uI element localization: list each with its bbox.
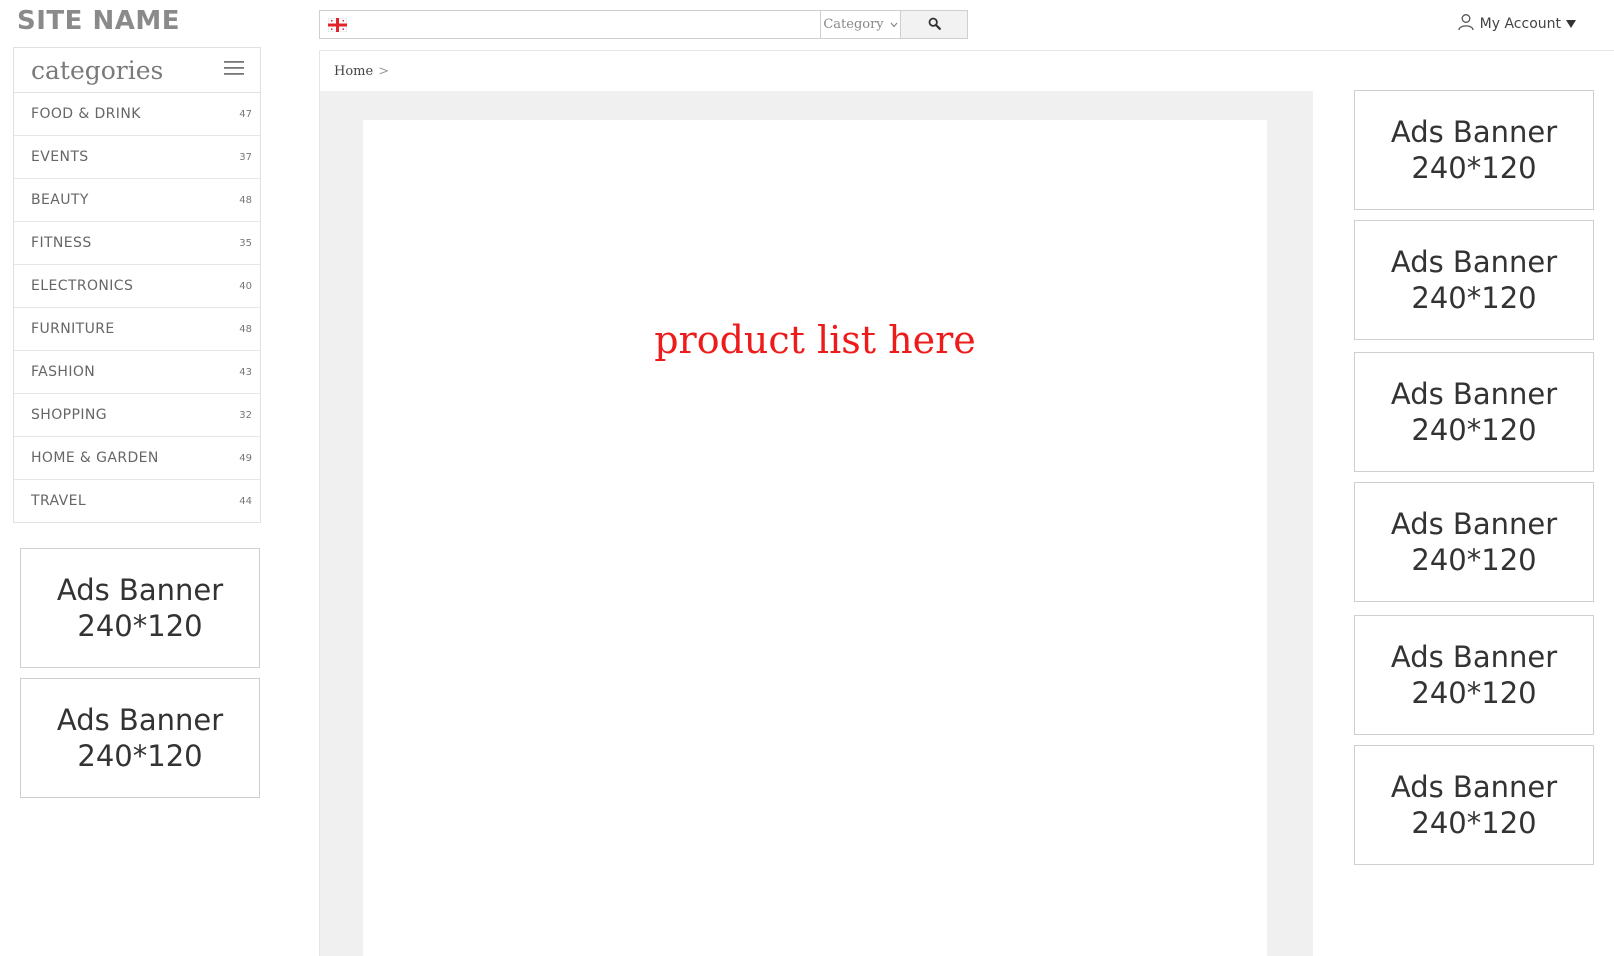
flag-icon[interactable]: [320, 11, 354, 38]
category-count: 40: [239, 280, 252, 292]
category-label: TRAVEL: [31, 493, 87, 509]
search-bar: Category: [319, 10, 968, 39]
category-count: 35: [239, 237, 252, 249]
category-label: FOOD & DRINK: [31, 106, 141, 122]
ad-banner-size: 240*120: [1411, 676, 1537, 710]
product-list-panel: product list here: [363, 120, 1267, 956]
ad-banner-title: Ads Banner: [1390, 770, 1558, 804]
category-item-fitness[interactable]: FITNESS 35: [14, 222, 260, 265]
category-dropdown[interactable]: Category: [820, 11, 900, 38]
ad-banner-size: 240*120: [1411, 413, 1537, 447]
search-button[interactable]: [900, 11, 967, 38]
ad-banner-left-2[interactable]: Ads Banner 240*120: [20, 678, 260, 798]
product-list-placeholder: product list here: [654, 318, 976, 362]
ad-banner-size: 240*120: [1411, 543, 1537, 577]
ad-banner-title: Ads Banner: [56, 573, 224, 607]
my-account-menu[interactable]: My Account: [1457, 13, 1576, 35]
ad-banner-title: Ads Banner: [56, 703, 224, 737]
category-count: 47: [239, 108, 252, 120]
category-label: EVENTS: [31, 149, 89, 165]
ad-banner-size: 240*120: [1411, 806, 1537, 840]
breadcrumb-separator: >: [378, 63, 390, 79]
category-item-fashion[interactable]: FASHION 43: [14, 351, 260, 394]
breadcrumb-home-link[interactable]: Home: [334, 64, 373, 79]
category-dropdown-label: Category: [823, 17, 884, 32]
category-item-home-garden[interactable]: HOME & GARDEN 49: [14, 437, 260, 480]
ad-banner-title: Ads Banner: [1390, 377, 1558, 411]
category-label: FITNESS: [31, 235, 92, 251]
breadcrumb: Home >: [319, 51, 1312, 91]
ad-banner-right-5[interactable]: Ads Banner 240*120: [1354, 615, 1594, 735]
site-name-logo[interactable]: SITE NAME: [17, 6, 180, 36]
caret-down-icon: [1566, 16, 1576, 32]
hamburger-menu-icon[interactable]: [224, 60, 244, 80]
category-label: ELECTRONICS: [31, 278, 134, 294]
ad-banner-right-2[interactable]: Ads Banner 240*120: [1354, 220, 1594, 340]
category-item-shopping[interactable]: SHOPPING 32: [14, 394, 260, 437]
ad-banner-size: 240*120: [1411, 151, 1537, 185]
ad-banner-title: Ads Banner: [1390, 245, 1558, 279]
category-label: FASHION: [31, 364, 96, 380]
category-item-travel[interactable]: TRAVEL 44: [14, 480, 260, 522]
category-count: 44: [239, 495, 252, 507]
search-icon: [928, 15, 941, 34]
user-icon: [1457, 13, 1475, 35]
category-item-furniture[interactable]: FURNITURE 48: [14, 308, 260, 351]
ad-banner-left-1[interactable]: Ads Banner 240*120: [20, 548, 260, 668]
category-label: BEAUTY: [31, 192, 89, 208]
ad-banner-size: 240*120: [77, 609, 203, 643]
main-content-area: product list here: [319, 91, 1313, 956]
category-item-food-drink[interactable]: FOOD & DRINK 47: [14, 93, 260, 136]
category-item-events[interactable]: EVENTS 37: [14, 136, 260, 179]
ad-banner-right-3[interactable]: Ads Banner 240*120: [1354, 352, 1594, 472]
ad-banner-title: Ads Banner: [1390, 640, 1558, 674]
category-label: FURNITURE: [31, 321, 115, 337]
category-item-electronics[interactable]: ELECTRONICS 40: [14, 265, 260, 308]
ad-banner-size: 240*120: [1411, 281, 1537, 315]
my-account-label: My Account: [1479, 16, 1561, 32]
category-count: 49: [239, 452, 252, 464]
category-count: 32: [239, 409, 252, 421]
category-count: 37: [239, 151, 252, 163]
category-count: 43: [239, 366, 252, 378]
category-count: 48: [239, 194, 252, 206]
category-label: HOME & GARDEN: [31, 450, 159, 466]
ad-banner-title: Ads Banner: [1390, 115, 1558, 149]
categories-header: categories: [14, 48, 260, 93]
category-item-beauty[interactable]: BEAUTY 48: [14, 179, 260, 222]
ad-banner-right-6[interactable]: Ads Banner 240*120: [1354, 745, 1594, 865]
ad-banner-size: 240*120: [77, 739, 203, 773]
ad-banner-title: Ads Banner: [1390, 507, 1558, 541]
category-label: SHOPPING: [31, 407, 107, 423]
ad-banner-right-1[interactable]: Ads Banner 240*120: [1354, 90, 1594, 210]
search-input[interactable]: [354, 11, 820, 38]
category-count: 48: [239, 323, 252, 335]
chevron-down-icon: [890, 17, 898, 32]
categories-panel: categories FOOD & DRINK 47 EVENTS 37 BEA…: [13, 47, 261, 523]
ad-banner-right-4[interactable]: Ads Banner 240*120: [1354, 482, 1594, 602]
categories-title: categories: [31, 55, 164, 85]
